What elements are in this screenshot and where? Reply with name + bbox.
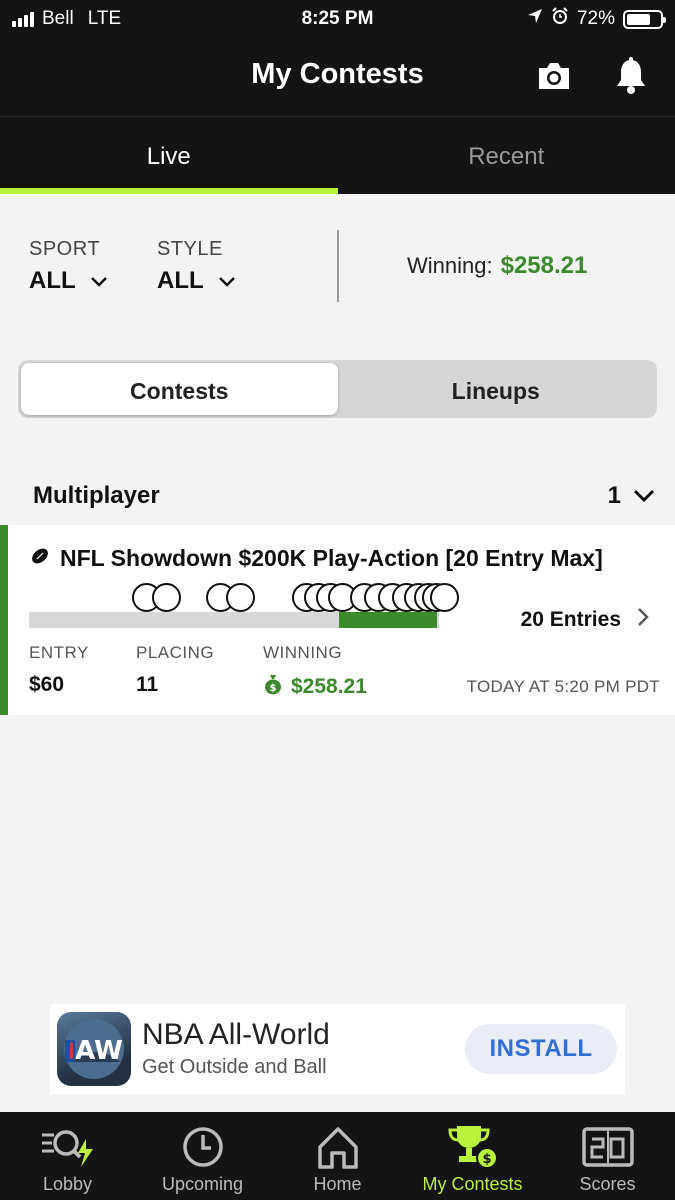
sport-filter[interactable]: SPORT ALL bbox=[29, 238, 108, 295]
section-toggle[interactable]: 1 bbox=[608, 482, 655, 510]
status-bar: Bell LTE 8:25 PM 72% bbox=[0, 0, 675, 38]
battery-icon bbox=[623, 9, 666, 29]
entry-avatar bbox=[430, 583, 459, 612]
camera-icon[interactable] bbox=[534, 56, 574, 96]
entry-stat: ENTRY $60 bbox=[29, 643, 89, 697]
battery-percent: 72% bbox=[576, 8, 615, 29]
ad-banner[interactable]: AW NBA All-World Get Outside and Ball IN… bbox=[50, 1004, 625, 1094]
nav-home-label: Home bbox=[313, 1174, 362, 1194]
winning-summary-label: Winning: bbox=[407, 253, 493, 278]
entry-label: ENTRY bbox=[29, 643, 89, 662]
winning-stat: WINNING $ $258.21 bbox=[263, 643, 367, 701]
app-header: My Contests bbox=[0, 38, 675, 116]
tab-recent[interactable]: Recent bbox=[338, 117, 675, 194]
nav-my-contests-label: My Contests bbox=[422, 1174, 523, 1194]
ad-title: NBA All-World bbox=[142, 1018, 330, 1051]
svg-text:AW: AW bbox=[75, 1036, 123, 1066]
sport-filter-value: ALL bbox=[29, 267, 76, 294]
nav-home[interactable]: Home bbox=[270, 1112, 405, 1200]
contests-lineups-toggle: Contests Lineups bbox=[18, 360, 657, 418]
nav-my-contests[interactable]: $ My Contests bbox=[405, 1112, 540, 1200]
nav-upcoming-label: Upcoming bbox=[161, 1174, 244, 1194]
contest-card[interactable]: NFL Showdown $200K Play-Action [20 Entry… bbox=[0, 525, 675, 715]
style-filter[interactable]: STYLE ALL bbox=[157, 238, 236, 295]
nav-lobby[interactable]: Lobby bbox=[0, 1112, 135, 1200]
style-filter-label: STYLE bbox=[157, 238, 223, 260]
football-icon bbox=[30, 545, 50, 572]
alarm-icon bbox=[551, 7, 569, 31]
section-title: Multiplayer bbox=[33, 482, 160, 509]
bell-icon[interactable] bbox=[611, 56, 651, 96]
filters: SPORT ALL STYLE ALL Winning: $258.21 bbox=[0, 194, 675, 344]
trophy-icon: $ bbox=[405, 1124, 540, 1170]
progress-fill bbox=[339, 612, 437, 628]
location-icon bbox=[527, 8, 543, 30]
winning-label: WINNING bbox=[263, 643, 343, 662]
placing-label: PLACING bbox=[136, 643, 215, 662]
nav-scores-label: Scores bbox=[579, 1174, 636, 1194]
install-button[interactable]: INSTALL bbox=[465, 1024, 617, 1074]
clock-icon bbox=[135, 1124, 270, 1170]
chevron-down-icon bbox=[633, 482, 655, 510]
winning-summary-amount: $258.21 bbox=[500, 252, 588, 279]
nba-all-world-app-icon: AW bbox=[57, 1012, 131, 1086]
entries-link[interactable]: 20 Entries bbox=[521, 607, 649, 633]
contest-date: TODAY AT 5:20 PM PDT bbox=[466, 677, 660, 696]
placing-value: 11 bbox=[136, 673, 159, 696]
winning-value: $258.21 bbox=[291, 675, 367, 698]
nav-lobby-label: Lobby bbox=[42, 1174, 93, 1194]
entry-value: $60 bbox=[29, 673, 65, 696]
section-count: 1 bbox=[607, 482, 621, 509]
scoreboard-icon bbox=[540, 1124, 675, 1170]
entry-avatar bbox=[152, 583, 181, 612]
money-bag-icon: $ bbox=[263, 673, 283, 701]
placing-stat: PLACING 11 bbox=[136, 643, 214, 697]
bottom-nav: Lobby Upcoming Home $ My Contests Scores bbox=[0, 1112, 675, 1200]
entry-avatar bbox=[226, 583, 255, 612]
filter-divider bbox=[337, 230, 339, 302]
home-icon bbox=[270, 1124, 405, 1170]
chevron-down-icon bbox=[218, 267, 236, 295]
winning-summary: Winning: $258.21 bbox=[407, 252, 587, 280]
contest-title: NFL Showdown $200K Play-Action [20 Entry… bbox=[60, 545, 603, 571]
contest-tabs: Live Recent bbox=[0, 116, 675, 194]
lobby-search-icon bbox=[0, 1124, 135, 1170]
chevron-right-icon bbox=[637, 607, 649, 633]
sport-filter-label: SPORT bbox=[29, 238, 101, 260]
style-filter-value: ALL bbox=[157, 267, 204, 294]
ad-subtitle: Get Outside and Ball bbox=[142, 1056, 327, 1078]
entries-count: 20 Entries bbox=[520, 608, 621, 631]
nav-upcoming[interactable]: Upcoming bbox=[135, 1112, 270, 1200]
chevron-down-icon bbox=[90, 267, 108, 295]
segment-lineups[interactable]: Lineups bbox=[338, 363, 655, 415]
nav-scores[interactable]: Scores bbox=[540, 1112, 675, 1200]
svg-text:$: $ bbox=[482, 1152, 491, 1167]
segment-contests[interactable]: Contests bbox=[21, 363, 338, 415]
tab-live[interactable]: Live bbox=[0, 117, 338, 194]
svg-text:$: $ bbox=[270, 683, 277, 694]
